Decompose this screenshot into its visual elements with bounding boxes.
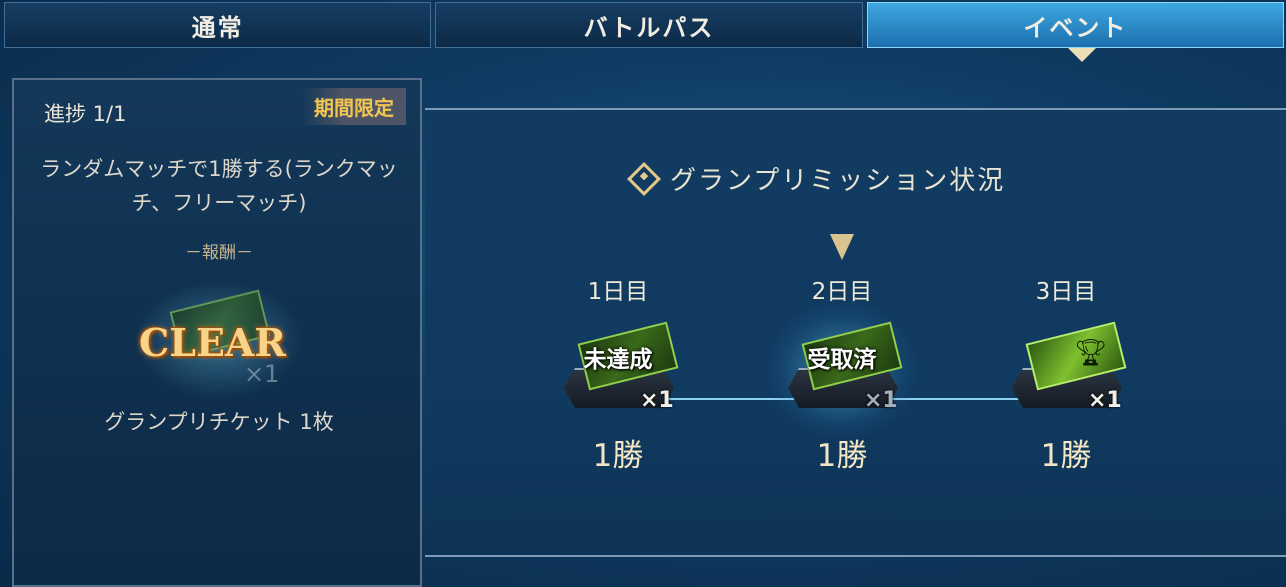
ticket-count: ×1 — [864, 388, 898, 413]
tab-label: バトルパス — [583, 13, 715, 42]
day-status: 受取済 — [807, 347, 877, 373]
grand-prix-title-text: グランプリミッション状況 — [670, 166, 1006, 196]
day-label: 1日目 — [587, 279, 649, 305]
reward-label: －報酬－ — [185, 243, 253, 263]
tab-label: 通常 — [191, 13, 244, 42]
day-label: 3日目 — [1035, 279, 1097, 305]
clear-stamp: CLEAR — [139, 320, 286, 365]
wins-required: 1勝 — [816, 438, 868, 474]
wins-required: 1勝 — [1040, 438, 1092, 474]
current-day-marker-icon — [830, 234, 854, 260]
mission-progress: 進捗 1/1 — [44, 102, 127, 126]
grand-prix-title: グランプリミッション状況 — [627, 160, 1006, 197]
day-1[interactable]: 1日目 未達成 ×1 1勝 — [548, 272, 688, 492]
day-label: 2日目 — [811, 279, 873, 305]
tab-bar: 通常 バトルパス イベント — [0, 0, 1286, 50]
diamond-icon — [627, 161, 661, 196]
tab-battle-pass[interactable]: バトルパス — [435, 2, 863, 48]
active-tab-pointer-icon — [1068, 48, 1096, 62]
tab-label: イベント — [1023, 13, 1128, 42]
tab-event[interactable]: イベント — [866, 2, 1284, 48]
day-3[interactable]: 3日目 🏆︎ ×1 1勝 — [996, 272, 1136, 492]
trophy-icon: 🏆︎ — [1074, 338, 1108, 368]
reward-quantity: ×1 — [244, 360, 280, 388]
reward-item: CLEAR ×1 — [94, 270, 344, 410]
day-2[interactable]: 2日目 受取済 ×1 1勝 — [764, 272, 920, 492]
ticket-count: ×1 — [1088, 388, 1122, 413]
ticket-count: ×1 — [640, 388, 674, 413]
day-status: 未達成 — [583, 347, 653, 373]
reward-name: グランプリチケット 1枚 — [104, 410, 334, 434]
limited-time-badge: 期間限定 — [302, 88, 406, 125]
mission-description: ランダムマッチで1勝する(ランクマッチ、フリーマッチ) — [40, 157, 398, 215]
wins-required: 1勝 — [592, 438, 644, 474]
tab-normal[interactable]: 通常 — [4, 2, 432, 48]
mission-card[interactable]: 進捗 1/1 期間限定 ランダムマッチで1勝する(ランクマッチ、フリーマッチ) … — [12, 78, 422, 587]
